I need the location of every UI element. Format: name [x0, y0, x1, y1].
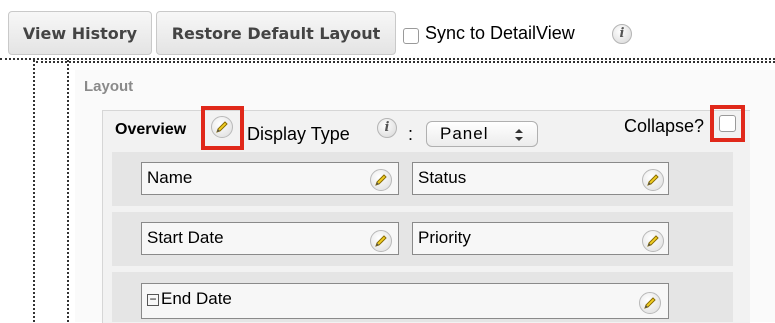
panel-name: Overview [115, 121, 187, 138]
field-name[interactable]: Name [141, 162, 399, 195]
display-type-value: Panel [440, 124, 489, 143]
pencil-icon[interactable] [370, 169, 392, 191]
collapse-checkbox[interactable] [719, 115, 736, 132]
pencil-icon[interactable] [211, 116, 233, 138]
display-type-label: Display Type [247, 124, 350, 144]
field-end-date[interactable]: − End Date [141, 283, 669, 319]
display-type-info-icon[interactable]: i [377, 118, 397, 138]
sync-label: Sync to DetailView [425, 23, 575, 43]
pencil-icon[interactable] [370, 230, 392, 252]
field-status[interactable]: Status [412, 162, 669, 195]
view-history-label: View History [22, 23, 138, 43]
field-priority[interactable]: Priority [412, 222, 669, 255]
pencil-icon[interactable] [642, 169, 664, 191]
collapse-label: Collapse? [624, 116, 705, 136]
pencil-icon[interactable] [642, 230, 664, 252]
dotted-guide-inner [67, 60, 69, 322]
field-priority-label: Priority [418, 228, 471, 247]
dotted-divider-inner [36, 61, 775, 63]
field-name-label: Name [147, 168, 193, 187]
dotted-divider-top [0, 58, 775, 60]
restore-default-layout-label: Restore Default Layout [171, 23, 381, 43]
info-icon[interactable]: i [612, 24, 632, 44]
pencil-icon[interactable] [639, 292, 661, 314]
field-start-date-label: Start Date [147, 228, 224, 247]
field-status-label: Status [418, 168, 467, 187]
restore-default-layout-button[interactable]: Restore Default Layout [156, 11, 396, 55]
display-type-colon: : [408, 124, 414, 144]
minus-icon[interactable]: − [147, 293, 159, 306]
sync-checkbox[interactable] [403, 28, 419, 44]
dotted-guide-left [33, 60, 35, 322]
view-history-button[interactable]: View History [8, 11, 152, 55]
field-start-date[interactable]: Start Date [141, 222, 399, 255]
select-arrows-icon [515, 129, 523, 141]
display-type-select[interactable]: Panel [426, 121, 538, 147]
layout-heading: Layout [84, 78, 134, 95]
field-end-date-label: End Date [161, 289, 232, 308]
